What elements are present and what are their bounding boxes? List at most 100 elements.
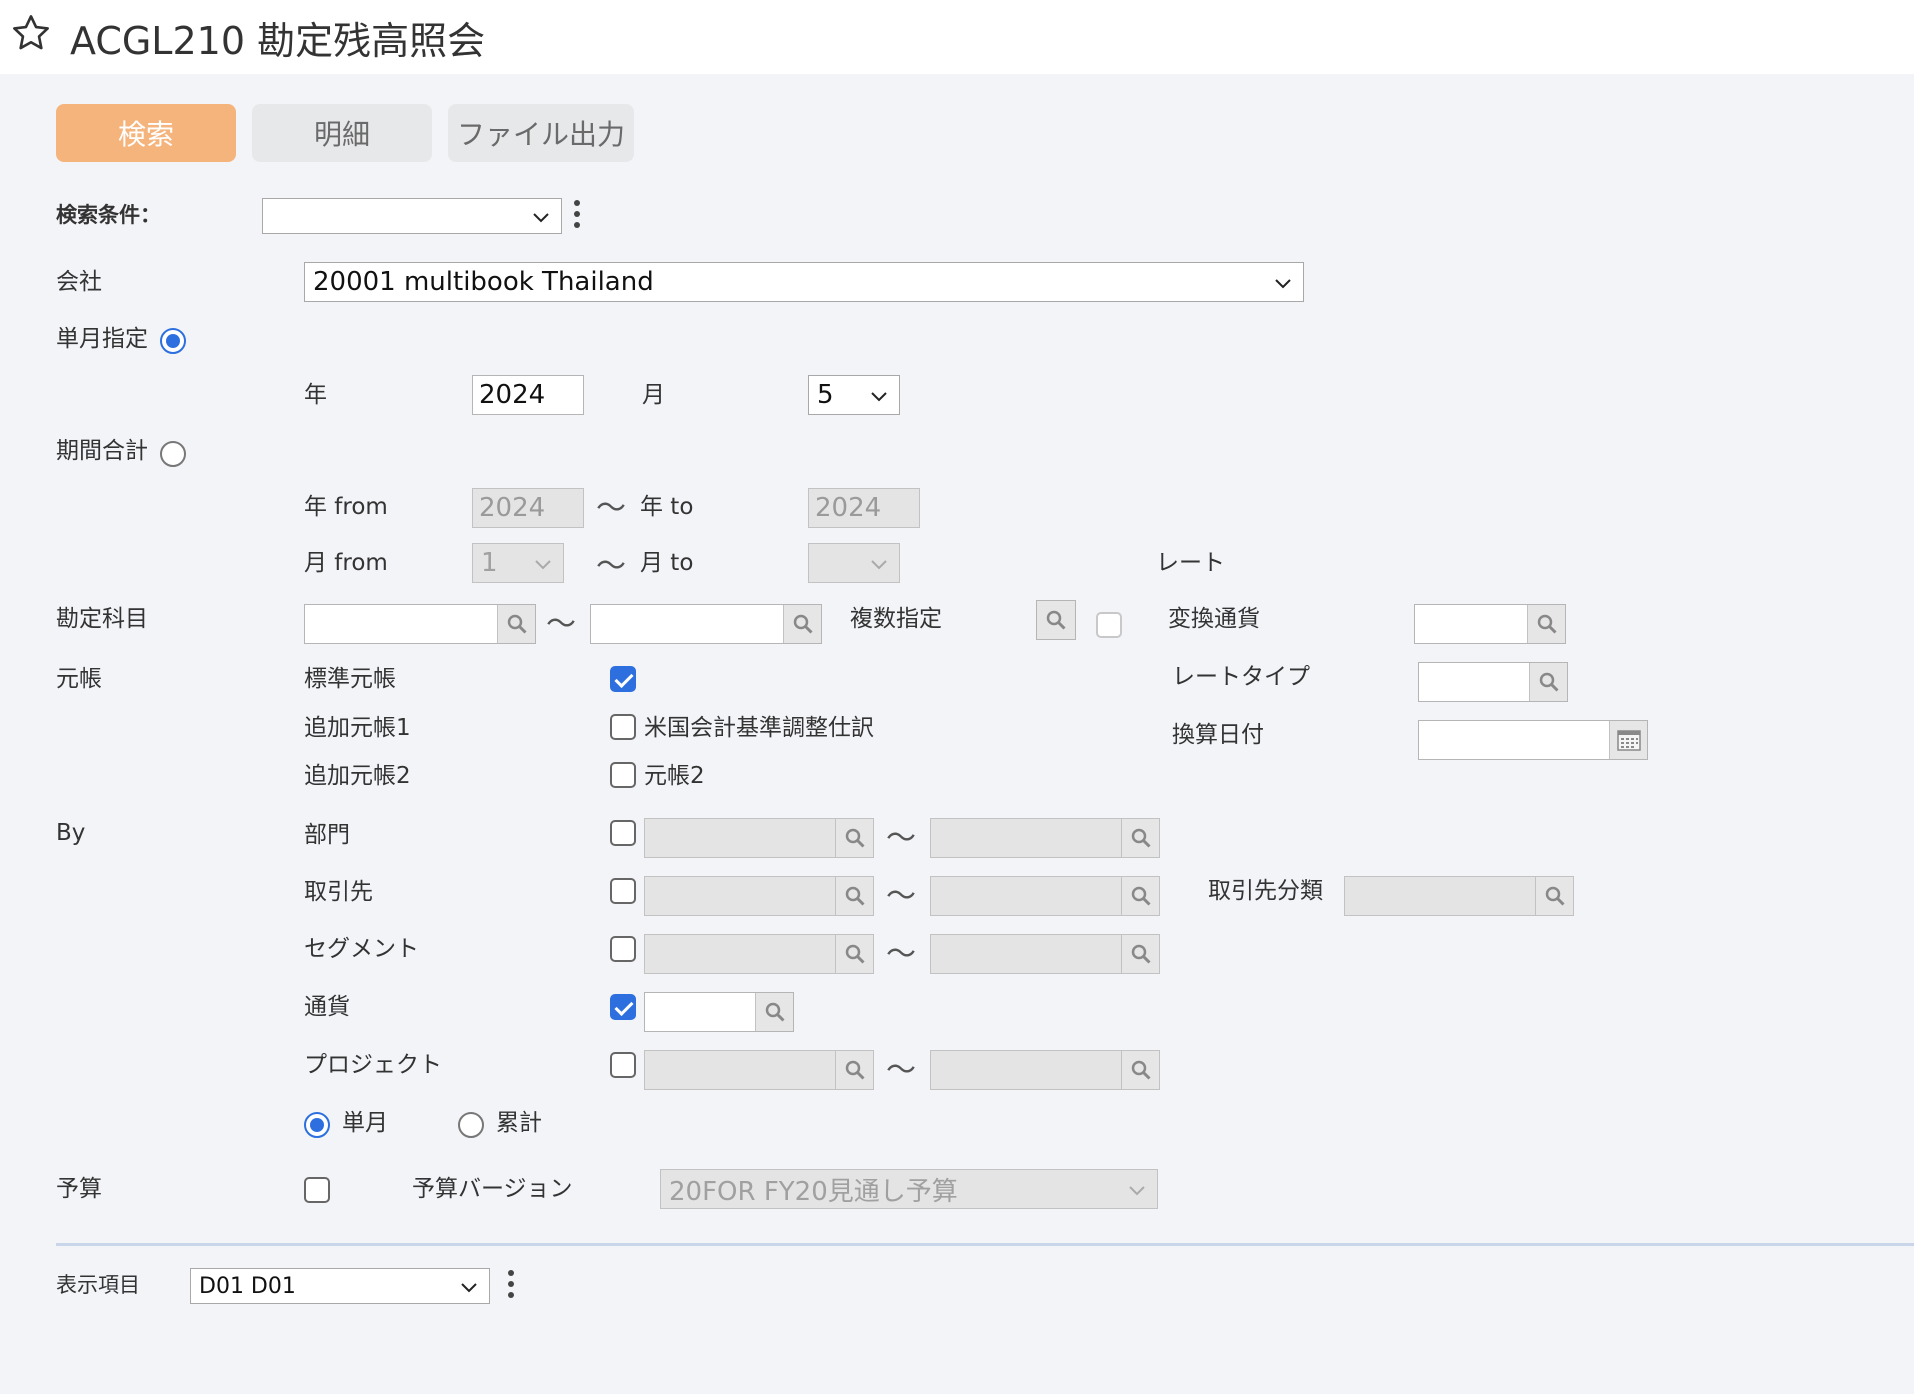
year-range-tilde: 〜 bbox=[596, 491, 626, 526]
standard-ledger-checkbox[interactable] bbox=[610, 666, 636, 692]
search-icon[interactable] bbox=[1121, 1051, 1159, 1089]
department-checkbox[interactable] bbox=[610, 820, 636, 846]
search-icon[interactable] bbox=[1529, 663, 1567, 701]
partner-from-lookup[interactable] bbox=[644, 876, 874, 916]
year-from-input[interactable]: 2024 bbox=[472, 488, 584, 528]
conversion-date-input[interactable] bbox=[1418, 720, 1648, 760]
currency-checkbox[interactable] bbox=[610, 994, 636, 1020]
search-condition-select[interactable] bbox=[262, 198, 562, 234]
search-icon[interactable] bbox=[755, 993, 793, 1031]
search-icon[interactable] bbox=[783, 605, 821, 643]
month-to-label: 月 to bbox=[640, 550, 694, 576]
search-icon[interactable] bbox=[835, 877, 873, 915]
chevron-down-icon bbox=[533, 213, 549, 223]
month-from-label: 月 from bbox=[304, 550, 388, 576]
search-icon[interactable] bbox=[835, 935, 873, 973]
account-to-lookup[interactable] bbox=[590, 604, 822, 644]
year-to-label: 年 to bbox=[640, 494, 694, 520]
ledger2-checkbox[interactable] bbox=[610, 762, 636, 788]
department-range-tilde: 〜 bbox=[886, 821, 916, 856]
period-total-radio[interactable] bbox=[160, 441, 186, 467]
rate-type-lookup[interactable] bbox=[1418, 662, 1568, 702]
year-to-input[interactable]: 2024 bbox=[808, 488, 920, 528]
project-range-tilde: 〜 bbox=[886, 1053, 916, 1088]
month-to-select[interactable] bbox=[808, 543, 900, 583]
favorite-star-icon[interactable] bbox=[10, 12, 52, 54]
calendar-icon[interactable] bbox=[1609, 721, 1647, 759]
display-items-select[interactable]: D01 D01 bbox=[190, 1268, 490, 1304]
partner-class-label: 取引先分類 bbox=[1208, 878, 1323, 904]
month-value: 5 bbox=[817, 380, 834, 410]
rate-section-label: レート bbox=[1156, 550, 1225, 576]
us-gaap-label: 米国会計基準調整仕訳 bbox=[644, 715, 874, 741]
conversion-currency-lookup[interactable] bbox=[1414, 604, 1566, 644]
month-from-select[interactable]: 1 bbox=[472, 543, 564, 583]
search-icon[interactable] bbox=[497, 605, 535, 643]
page-header: ACGL210 勘定残高照会 bbox=[0, 0, 1914, 74]
multi-select-checkbox[interactable] bbox=[1096, 612, 1122, 638]
search-icon[interactable] bbox=[1535, 877, 1573, 915]
account-from-lookup[interactable] bbox=[304, 604, 536, 644]
budget-checkbox[interactable] bbox=[304, 1177, 330, 1203]
segment-range-tilde: 〜 bbox=[886, 937, 916, 972]
department-to-lookup[interactable] bbox=[930, 818, 1160, 858]
search-icon[interactable] bbox=[1121, 935, 1159, 973]
display-items-menu-icon[interactable] bbox=[506, 1270, 516, 1304]
month-label: 月 bbox=[642, 382, 665, 408]
search-button[interactable]: 検索 bbox=[56, 104, 236, 162]
search-icon[interactable] bbox=[1037, 601, 1075, 639]
currency-lookup[interactable] bbox=[644, 992, 794, 1032]
file-output-button[interactable]: ファイル出力 bbox=[448, 104, 634, 162]
partner-to-lookup[interactable] bbox=[930, 876, 1160, 916]
month-range-tilde: 〜 bbox=[596, 549, 626, 584]
chevron-down-icon bbox=[1275, 279, 1291, 289]
section-divider bbox=[56, 1243, 1914, 1246]
company-label: 会社 bbox=[56, 269, 102, 295]
project-checkbox[interactable] bbox=[610, 1052, 636, 1078]
search-icon[interactable] bbox=[1527, 605, 1565, 643]
partner-label: 取引先 bbox=[304, 879, 373, 905]
year-from-label: 年 from bbox=[304, 494, 388, 520]
chevron-down-icon bbox=[871, 560, 887, 570]
project-to-lookup[interactable] bbox=[930, 1050, 1160, 1090]
year-input[interactable]: 2024 bbox=[472, 375, 584, 415]
company-value: 20001 multibook Thailand bbox=[313, 267, 654, 297]
budget-version-select[interactable]: 20FOR FY20見通し予算 bbox=[660, 1169, 1158, 1209]
account-range-tilde: 〜 bbox=[546, 607, 576, 642]
budget-version-value: 20FOR FY20見通し予算 bbox=[669, 1176, 958, 1207]
by-cumulative-label: 累計 bbox=[496, 1110, 542, 1136]
by-single-month-radio[interactable] bbox=[304, 1112, 330, 1138]
project-from-lookup[interactable] bbox=[644, 1050, 874, 1090]
by-label: By bbox=[56, 820, 86, 846]
ledger2-label: 元帳2 bbox=[644, 763, 705, 789]
by-cumulative-radio[interactable] bbox=[458, 1112, 484, 1138]
account-label: 勘定科目 bbox=[56, 606, 148, 632]
single-month-radio[interactable] bbox=[160, 328, 186, 354]
search-condition-menu-icon[interactable] bbox=[572, 200, 582, 234]
detail-button[interactable]: 明細 bbox=[252, 104, 432, 162]
search-icon[interactable] bbox=[835, 819, 873, 857]
search-icon[interactable] bbox=[835, 1051, 873, 1089]
search-icon[interactable] bbox=[1121, 819, 1159, 857]
conversion-date-label: 換算日付 bbox=[1172, 722, 1264, 748]
us-gaap-checkbox[interactable] bbox=[610, 714, 636, 740]
multi-select-label: 複数指定 bbox=[850, 606, 942, 632]
segment-to-lookup[interactable] bbox=[930, 934, 1160, 974]
conversion-currency-label: 変換通貨 bbox=[1168, 606, 1260, 632]
standard-ledger-label: 標準元帳 bbox=[304, 666, 396, 692]
company-select[interactable]: 20001 multibook Thailand bbox=[304, 262, 1304, 302]
search-icon[interactable] bbox=[1121, 877, 1159, 915]
partner-checkbox[interactable] bbox=[610, 878, 636, 904]
segment-from-lookup[interactable] bbox=[644, 934, 874, 974]
multi-select-search-button[interactable] bbox=[1036, 600, 1076, 640]
chevron-down-icon bbox=[871, 392, 887, 402]
department-from-lookup[interactable] bbox=[644, 818, 874, 858]
segment-label: セグメント bbox=[304, 936, 419, 962]
department-label: 部門 bbox=[304, 822, 350, 848]
month-select[interactable]: 5 bbox=[808, 375, 900, 415]
segment-checkbox[interactable] bbox=[610, 936, 636, 962]
single-month-label: 単月指定 bbox=[56, 326, 148, 352]
page-title: ACGL210 勘定残高照会 bbox=[70, 19, 486, 63]
partner-class-lookup[interactable] bbox=[1344, 876, 1574, 916]
additional-ledger1-label: 追加元帳1 bbox=[304, 715, 411, 741]
